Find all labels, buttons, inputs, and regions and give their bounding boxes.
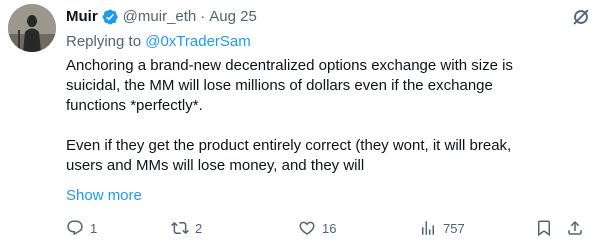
repost-count: 2 bbox=[195, 220, 203, 236]
like-icon bbox=[299, 221, 315, 235]
verified-badge-icon bbox=[101, 8, 119, 26]
bookmark-button[interactable] bbox=[535, 216, 553, 240]
tweet-text: Anchoring a brand-new decentralized opti… bbox=[66, 56, 586, 176]
display-name[interactable]: Muir bbox=[66, 7, 98, 27]
tweet-header: Muir @muir_eth · Aug 25 bbox=[66, 6, 257, 28]
separator-dot: · bbox=[200, 8, 206, 25]
avatar[interactable] bbox=[8, 4, 56, 52]
bookmark-icon bbox=[538, 220, 550, 237]
action-bar: 1 2 16 757 bbox=[66, 216, 590, 240]
show-more-link[interactable]: Show more bbox=[66, 186, 142, 206]
views-icon bbox=[422, 221, 434, 235]
repost-icon bbox=[171, 221, 189, 235]
grok-icon[interactable] bbox=[570, 6, 592, 28]
repost-button[interactable]: 2 bbox=[171, 216, 202, 240]
tweet-date[interactable]: Aug 25 bbox=[209, 7, 257, 27]
tweet[interactable]: Muir @muir_eth · Aug 25 Replying to @0xT… bbox=[0, 0, 600, 248]
reply-button[interactable]: 1 bbox=[66, 216, 97, 240]
replying-to-label: Replying to bbox=[66, 33, 146, 50]
avatar-image bbox=[8, 4, 56, 52]
tweet-paragraph-1: Anchoring a brand-new decentralized opti… bbox=[66, 57, 513, 114]
reply-count: 1 bbox=[90, 220, 98, 236]
share-icon bbox=[568, 220, 582, 235]
reply-icon bbox=[67, 220, 83, 236]
like-count: 16 bbox=[322, 220, 337, 236]
replying-to-mention[interactable]: @0xTraderSam bbox=[145, 33, 251, 50]
views-button[interactable]: 757 bbox=[419, 216, 465, 240]
like-button[interactable]: 16 bbox=[298, 216, 336, 240]
share-button[interactable] bbox=[566, 216, 584, 240]
tweet-paragraph-2: Even if they get the product entirely co… bbox=[66, 137, 512, 174]
user-handle[interactable]: @muir_eth bbox=[123, 7, 197, 27]
view-count: 757 bbox=[443, 220, 465, 236]
replying-to: Replying to @0xTraderSam bbox=[66, 32, 251, 52]
